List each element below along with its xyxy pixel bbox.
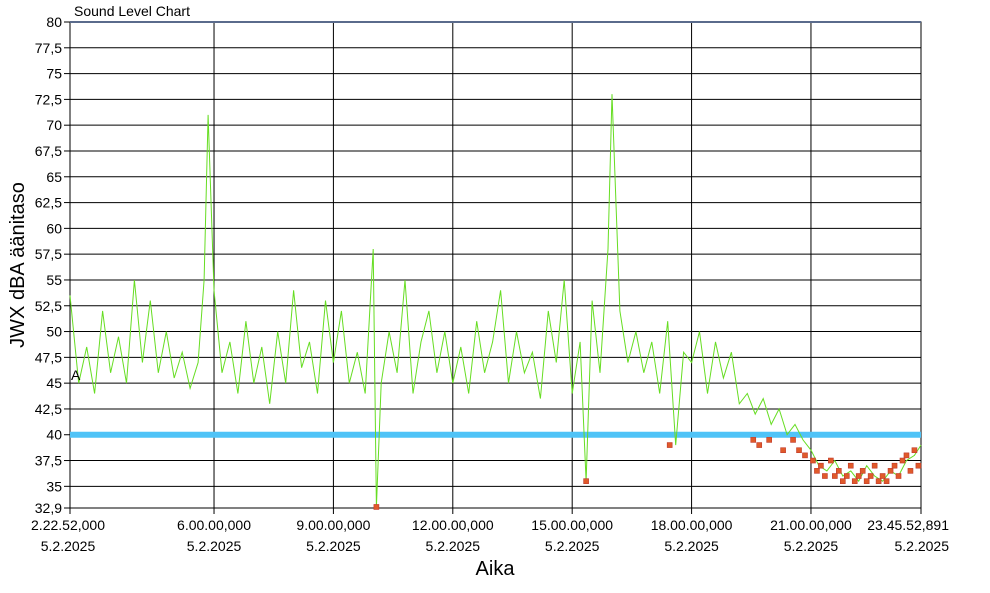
marker-label-a: A — [71, 367, 81, 383]
below-threshold-marker — [855, 473, 862, 479]
below-threshold-marker — [840, 478, 846, 484]
below-threshold-marker — [802, 452, 808, 459]
x-tick-label-date: 5.2.2025 — [784, 538, 839, 554]
x-tick-label-date: 5.2.2025 — [545, 538, 600, 554]
x-tick-label-time: 2.22.52,000 — [31, 517, 105, 533]
y-tick-label: 60 — [46, 220, 62, 236]
below-threshold-marker — [843, 473, 850, 479]
y-tick-label: 55 — [46, 272, 62, 288]
y-tick-label: 65 — [46, 169, 62, 185]
x-tick-label-time: 9.00.00,000 — [296, 517, 370, 533]
x-tick-label-time: 15.00.00,000 — [531, 517, 613, 533]
below-threshold-marker — [828, 457, 834, 464]
below-threshold-marker — [867, 473, 874, 479]
y-tick-label: 62,5 — [35, 195, 62, 211]
chart-svg: 32,9 35 37,5 40 42,5 45 47,5 50 52,5 55 57,5 60 62,5… — [7, 3, 950, 580]
below-threshold-marker — [790, 437, 796, 443]
x-tick-label-time: 6.00.00,000 — [177, 517, 251, 533]
y-tick-label: 72,5 — [35, 91, 62, 107]
below-threshold-marker — [373, 504, 380, 510]
below-threshold-marker — [859, 468, 866, 474]
below-threshold-marker — [766, 437, 772, 443]
x-tick-label-date: 5.2.2025 — [426, 538, 481, 554]
y-tick-label: 35 — [46, 478, 62, 494]
x-tick-label-date: 5.2.2025 — [306, 538, 361, 554]
y-tick-label: 52,5 — [35, 298, 62, 314]
below-threshold-marker — [847, 462, 854, 469]
x-tick-label-date: 5.2.2025 — [895, 538, 950, 554]
y-tick-label: 57,5 — [35, 246, 62, 262]
below-threshold-marker — [666, 442, 673, 448]
below-threshold-marker — [895, 473, 902, 479]
below-threshold-marker — [810, 457, 816, 464]
y-tick-label: 40 — [46, 427, 62, 443]
y-tick-label: 80 — [46, 14, 62, 30]
below-threshold-marker — [851, 478, 858, 484]
below-threshold-marker — [887, 468, 894, 474]
below-threshold-marker — [863, 478, 870, 484]
below-threshold-marker — [871, 462, 878, 469]
below-threshold-marker — [818, 462, 824, 469]
below-threshold-marker — [832, 473, 838, 479]
below-threshold-marker — [756, 442, 763, 448]
below-threshold-marker — [814, 468, 820, 474]
y-tick-label: 42,5 — [35, 401, 62, 417]
below-threshold-marker — [583, 478, 589, 484]
below-threshold-marker — [883, 478, 890, 484]
y-tick-label: 77,5 — [35, 40, 62, 56]
below-threshold-marker — [822, 473, 828, 479]
below-threshold-marker — [879, 473, 886, 479]
x-tick-label-time: 18.00.00,000 — [651, 517, 733, 533]
below-threshold-marker — [875, 478, 882, 484]
x-tick-label-date: 5.2.2025 — [187, 538, 242, 554]
below-threshold-marker — [915, 462, 922, 469]
below-threshold-marker — [911, 447, 918, 454]
below-threshold-marker — [891, 462, 898, 469]
y-axis-label: JWX dBA äänitaso — [7, 182, 29, 348]
x-tick-label-date: 5.2.2025 — [664, 538, 719, 554]
y-tick-label: 32,9 — [35, 500, 62, 516]
x-tick-label-time: 23.45.52,891 — [867, 517, 949, 533]
chart-title: Sound Level Chart — [74, 3, 190, 19]
x-axis-label: Aika — [476, 558, 516, 580]
y-tick-label: 70 — [46, 117, 62, 133]
below-threshold-marker — [836, 468, 842, 474]
sound-level-chart: 32,9 35 37,5 40 42,5 45 47,5 50 52,5 55 57,5 60 62,5… — [0, 0, 990, 588]
x-tick-label-date: 5.2.2025 — [41, 538, 96, 554]
below-threshold-marker — [796, 447, 802, 454]
y-tick-label: 47,5 — [35, 349, 62, 365]
x-tick-label-time: 21.00.00,000 — [770, 517, 852, 533]
x-tick-label-time: 12.00.00,000 — [412, 517, 494, 533]
below-threshold-marker — [750, 437, 757, 443]
y-tick-label: 37,5 — [35, 453, 62, 469]
y-tick-label: 75 — [46, 66, 62, 82]
below-threshold-marker — [903, 452, 910, 459]
y-tick-label: 45 — [46, 375, 62, 391]
below-threshold-marker — [780, 447, 786, 454]
y-tick-label: 50 — [46, 324, 62, 340]
below-threshold-marker — [907, 468, 914, 474]
below-threshold-marker — [899, 457, 906, 464]
y-tick-label: 67,5 — [35, 143, 62, 159]
